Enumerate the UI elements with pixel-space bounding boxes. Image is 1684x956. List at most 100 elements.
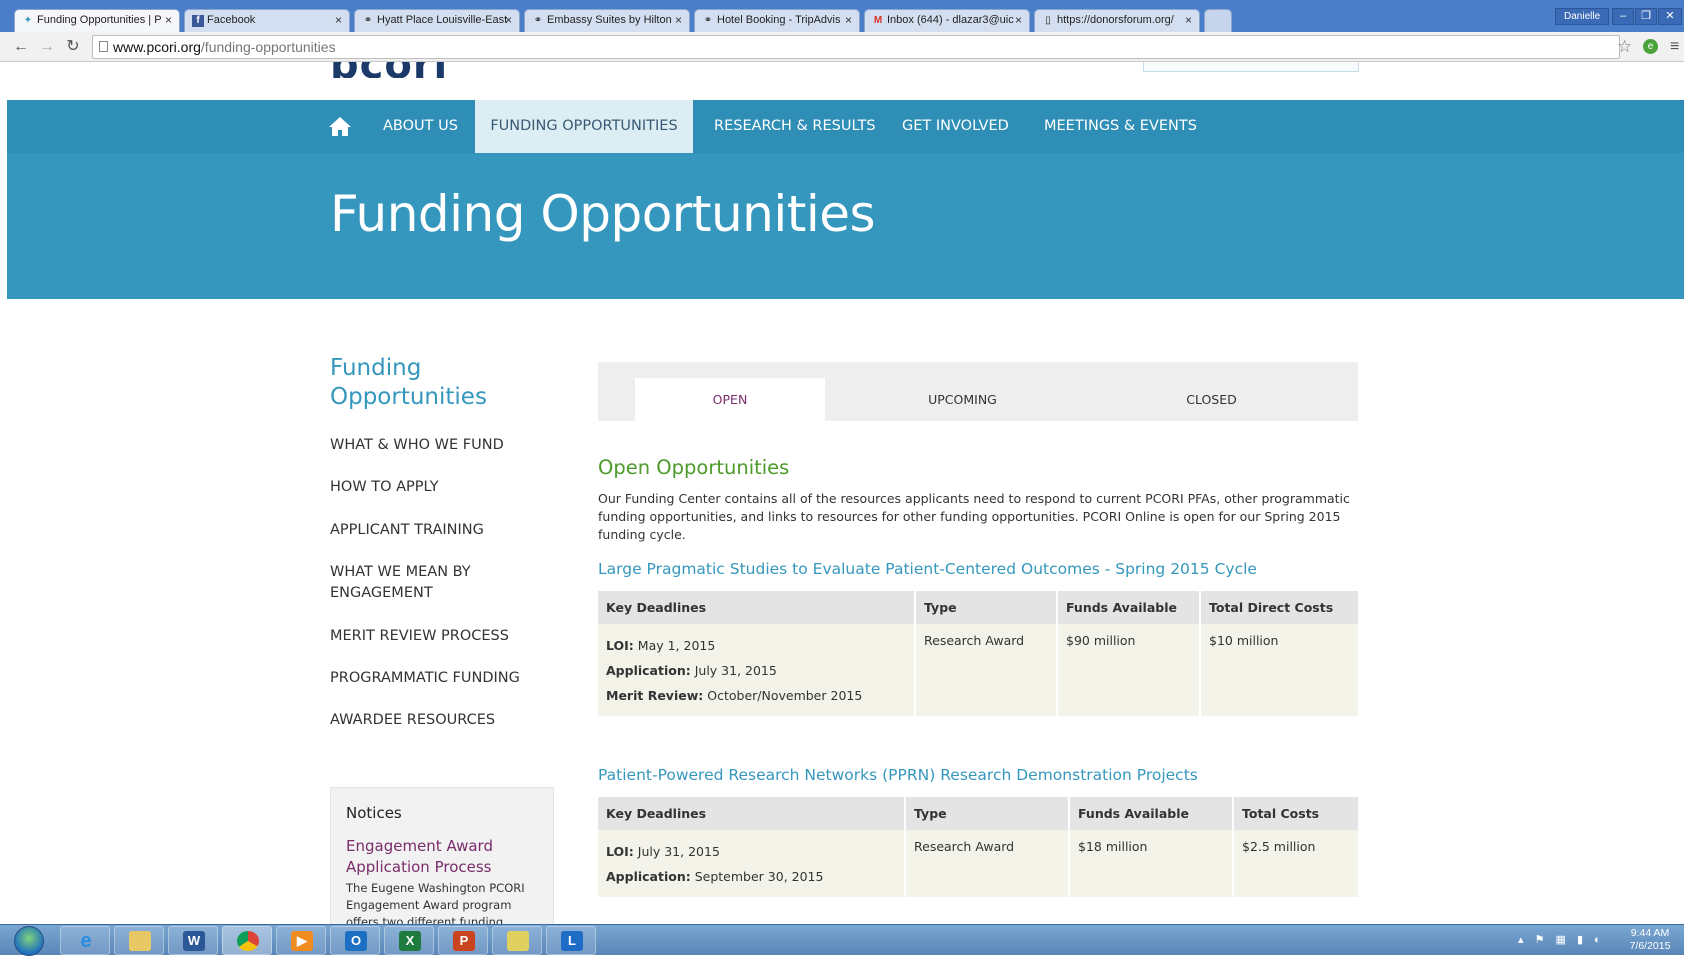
- column-header: Funds Available: [1069, 797, 1234, 830]
- new-tab-button[interactable]: [1204, 9, 1232, 32]
- extension-icon[interactable]: e: [1643, 39, 1658, 54]
- sidebar-item-awardee-resources[interactable]: AWARDEE RESOURCES: [330, 710, 550, 731]
- tab-title: Facebook: [207, 14, 256, 26]
- outlook-icon[interactable]: O: [330, 926, 380, 955]
- column-header: Funds Available: [1057, 591, 1201, 624]
- back-arrow-icon[interactable]: ←: [10, 36, 32, 58]
- close-icon[interactable]: ×: [165, 13, 172, 27]
- tab-title: Hotel Booking - TripAdvis: [717, 14, 841, 26]
- lync-icon[interactable]: L: [546, 926, 596, 955]
- word-icon[interactable]: W: [168, 926, 218, 955]
- costs-cell: $2.5 million: [1233, 830, 1358, 897]
- browser-tab-pcori[interactable]: ✦ Funding Opportunities | P ×: [14, 9, 180, 32]
- notices-box: Notices Engagement Award Application Pro…: [330, 787, 554, 925]
- column-header: Total Direct Costs: [1200, 591, 1358, 624]
- table-header-row: Key Deadlines Type Funds Available Total…: [598, 797, 1358, 830]
- tab-open[interactable]: OPEN: [635, 378, 825, 421]
- tripadvisor-icon: ⚭: [363, 15, 373, 26]
- site-logo[interactable]: pcori®: [330, 62, 448, 78]
- windows-taskbar: e W ▶ O X P L ▴ ⚑ ▦ ▮ ◐ 9:44 AM 7/6/2015: [0, 924, 1684, 956]
- sidebar-item-how-to-apply[interactable]: HOW TO APPLY: [330, 477, 550, 498]
- forward-arrow-icon[interactable]: →: [36, 36, 58, 58]
- close-icon[interactable]: ×: [1015, 13, 1022, 27]
- system-clock[interactable]: 9:44 AM 7/6/2015: [1620, 927, 1680, 953]
- url-path: /funding-opportunities: [200, 39, 336, 55]
- excel-icon[interactable]: X: [384, 926, 434, 955]
- browser-tab-facebook[interactable]: f Facebook ×: [184, 9, 350, 32]
- file-explorer-icon[interactable]: [114, 926, 164, 955]
- close-icon[interactable]: ×: [675, 13, 682, 27]
- sidebar-title[interactable]: Funding Opportunities: [330, 354, 530, 412]
- url-host: www.pcori.org: [113, 39, 201, 55]
- table-row: LOI: July 31, 2015 Application: Septembe…: [598, 830, 1358, 897]
- chrome-icon[interactable]: [222, 926, 272, 955]
- section-description: Our Funding Center contains all of the r…: [598, 491, 1350, 542]
- page-icon: ▯: [1045, 15, 1051, 26]
- clock-time: 9:44 AM: [1630, 927, 1670, 939]
- column-header: Total Costs: [1233, 797, 1358, 830]
- clock-date: 7/6/2015: [1629, 940, 1671, 952]
- funds-cell: $18 million: [1069, 830, 1234, 897]
- sidebar-item-programmatic-funding[interactable]: PROGRAMMATIC FUNDING: [330, 668, 550, 689]
- tab-upcoming[interactable]: UPCOMING: [825, 378, 1100, 421]
- browser-toolbar: ← → ↻ www.pcori.org/funding-opportunitie…: [0, 32, 1684, 62]
- main-navigation: ABOUT US FUNDING OPPORTUNITIES RESEARCH …: [7, 100, 1684, 153]
- nav-funding-opportunities[interactable]: FUNDING OPPORTUNITIES: [475, 100, 693, 153]
- tripadvisor-icon: ⚭: [533, 15, 543, 26]
- sidebar-item-merit-review[interactable]: MERIT REVIEW PROCESS: [330, 626, 550, 647]
- browser-tab-donorsforum[interactable]: ▯ https://donorsforum.org/ ×: [1034, 9, 1200, 32]
- window-close-icon[interactable]: ✕: [1658, 8, 1682, 25]
- address-bar[interactable]: www.pcori.org/funding-opportunities: [92, 35, 1620, 59]
- column-header: Key Deadlines: [598, 591, 916, 624]
- notice-text: The Eugene Washington PCORI Engagement A…: [346, 881, 525, 925]
- sidebar-item-applicant-training[interactable]: APPLICANT TRAINING: [330, 520, 550, 541]
- column-header: Type: [915, 591, 1058, 624]
- home-icon[interactable]: [328, 115, 352, 137]
- browser-tab-strip: ✦ Funding Opportunities | P × f Facebook…: [0, 0, 1684, 32]
- browser-menu-icon[interactable]: ≡: [1670, 38, 1679, 56]
- opportunity-tabs: OPEN UPCOMING CLOSED: [598, 362, 1358, 421]
- minimize-icon[interactable]: –: [1612, 8, 1634, 25]
- close-icon[interactable]: ×: [505, 13, 512, 27]
- page-icon: [99, 41, 108, 52]
- type-cell: Research Award: [915, 624, 1058, 716]
- sidebar-item-what-who-we-fund[interactable]: WHAT & WHO WE FUND: [330, 435, 550, 456]
- powerpoint-icon[interactable]: P: [438, 926, 488, 955]
- nav-get-involved[interactable]: GET INVOLVED: [902, 100, 1009, 153]
- opportunity-title-link[interactable]: Large Pragmatic Studies to Evaluate Pati…: [598, 560, 1257, 578]
- site-search-box[interactable]: [1143, 62, 1359, 72]
- notice-link[interactable]: Engagement Award Application Process: [346, 836, 546, 878]
- internet-explorer-icon[interactable]: e: [60, 926, 110, 955]
- pcori-favicon: ✦: [23, 15, 33, 26]
- close-icon[interactable]: ×: [845, 13, 852, 27]
- media-player-icon[interactable]: ▶: [276, 926, 326, 955]
- gmail-icon: M: [873, 15, 883, 26]
- notes-icon[interactable]: [492, 926, 542, 955]
- nav-meetings-events[interactable]: MEETINGS & EVENTS: [1044, 100, 1197, 153]
- tab-closed[interactable]: CLOSED: [1100, 378, 1323, 421]
- browser-tab-gmail[interactable]: M Inbox (644) - dlazar3@uic ×: [864, 9, 1030, 32]
- nav-about-us[interactable]: ABOUT US: [383, 100, 458, 153]
- reload-icon[interactable]: ↻: [62, 36, 84, 58]
- sidebar-item-engagement[interactable]: WHAT WE MEAN BY ENGAGEMENT: [330, 562, 510, 604]
- close-icon[interactable]: ×: [1185, 13, 1192, 27]
- browser-tab-embassy[interactable]: ⚭ Embassy Suites by Hilton ×: [524, 9, 690, 32]
- facebook-icon: f: [192, 15, 204, 27]
- funds-cell: $90 million: [1057, 624, 1201, 716]
- tripadvisor-icon: ⚭: [703, 15, 713, 26]
- start-button[interactable]: [14, 926, 44, 956]
- opportunity-title-link[interactable]: Patient-Powered Research Networks (PPRN)…: [598, 766, 1198, 784]
- nav-research-results[interactable]: RESEARCH & RESULTS: [714, 100, 876, 153]
- costs-cell: $10 million: [1200, 624, 1358, 716]
- restore-icon[interactable]: ❐: [1635, 8, 1657, 25]
- browser-tab-hotel-booking[interactable]: ⚭ Hotel Booking - TripAdvis ×: [694, 9, 860, 32]
- deadline-item: LOI: July 31, 2015: [606, 844, 720, 859]
- bookmark-star-icon[interactable]: ☆: [1617, 37, 1632, 57]
- system-tray[interactable]: ▴ ⚑ ▦ ▮ ◐: [1518, 933, 1605, 946]
- browser-tab-hyatt[interactable]: ⚭ Hyatt Place Louisville-East ×: [354, 9, 520, 32]
- key-deadlines-cell: LOI: July 31, 2015 Application: Septembe…: [598, 830, 906, 897]
- close-icon[interactable]: ×: [335, 13, 342, 27]
- tab-title: Inbox (644) - dlazar3@uic: [887, 14, 1014, 26]
- profile-name-badge[interactable]: Danielle: [1555, 8, 1610, 25]
- deadline-item: Application: July 31, 2015: [606, 663, 777, 678]
